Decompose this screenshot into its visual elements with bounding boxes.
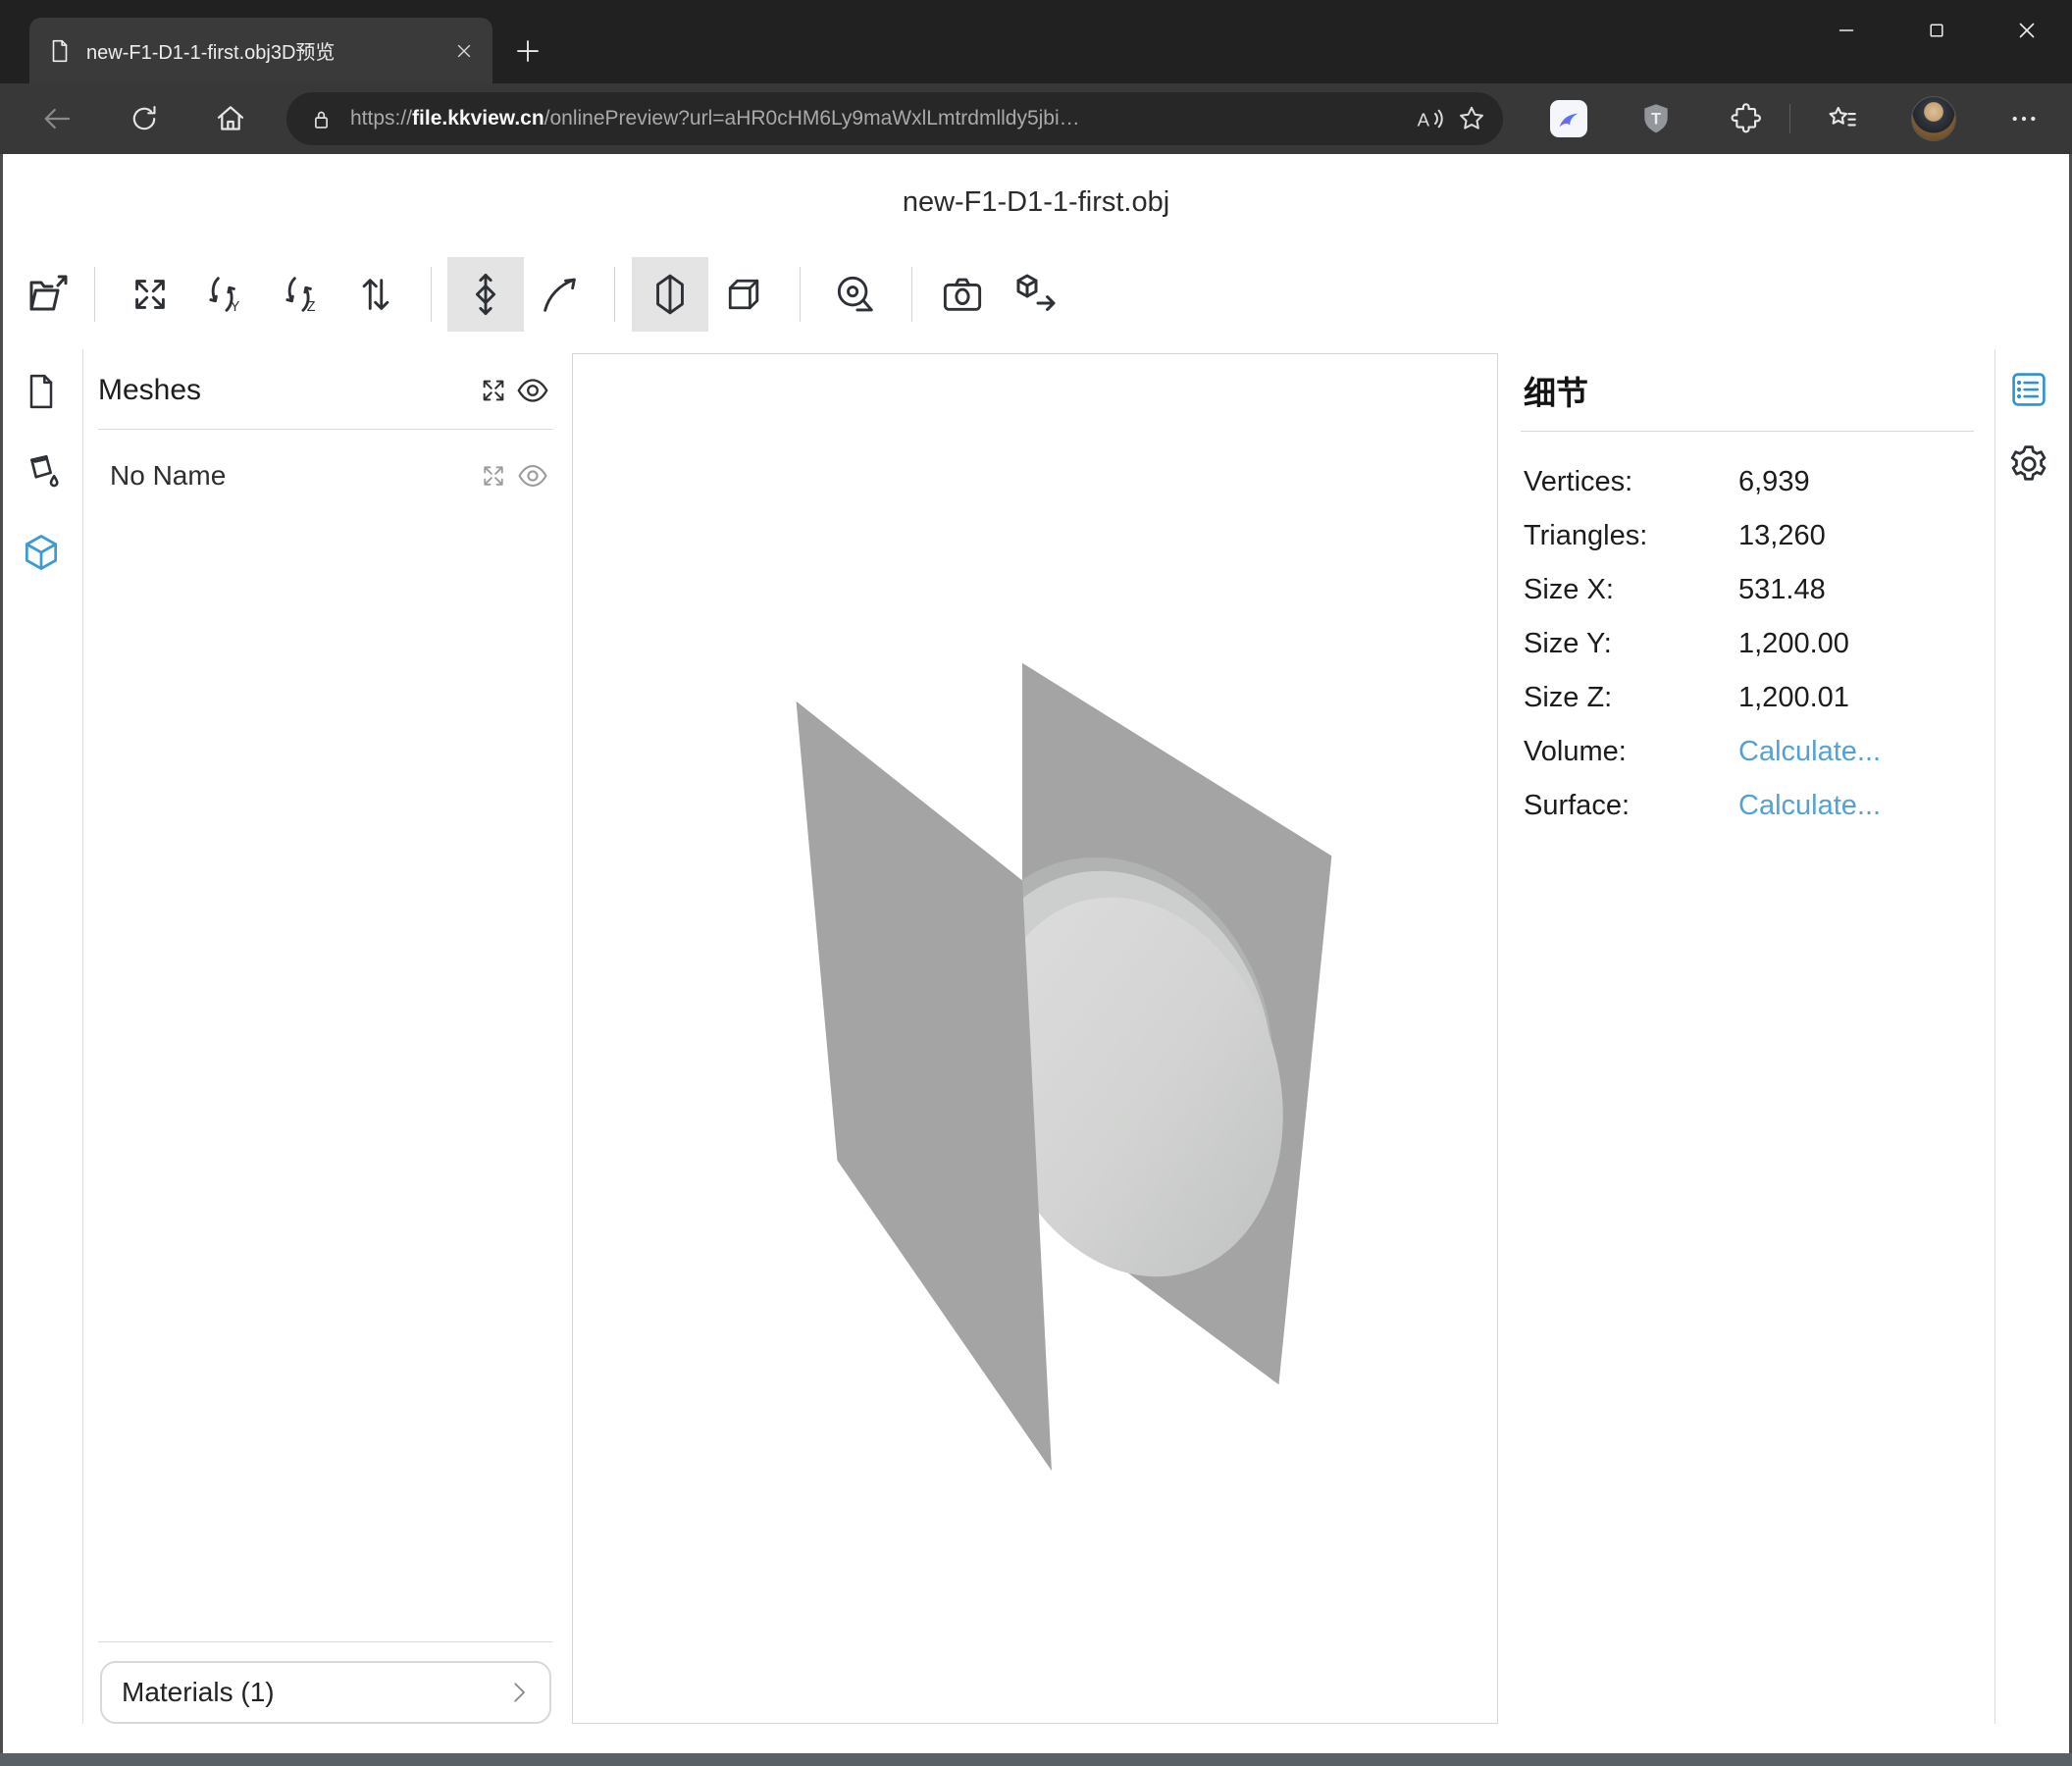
refresh-icon[interactable] bbox=[121, 95, 168, 142]
mesh-name-label: No Name bbox=[110, 460, 474, 492]
window-bottom-bar bbox=[0, 1753, 2072, 1766]
browser-menu-icon[interactable] bbox=[2001, 96, 2046, 141]
calculate-volume-link[interactable]: Calculate... bbox=[1738, 736, 1881, 768]
svg-text:Z: Z bbox=[307, 299, 316, 315]
settings-gear-icon[interactable] bbox=[2005, 441, 2052, 488]
tab-close-icon[interactable] bbox=[449, 36, 479, 66]
new-tab-button[interactable] bbox=[506, 29, 549, 73]
materials-paint-icon[interactable] bbox=[18, 448, 65, 495]
left-plane bbox=[797, 701, 1052, 1471]
meshes-panel-header: Meshes bbox=[98, 367, 552, 414]
maximize-icon[interactable] bbox=[1891, 0, 1982, 61]
left-rail-divider bbox=[82, 349, 83, 1724]
browser-navbar: https://file.kkview.cn/onlinePreview?url… bbox=[0, 83, 2072, 154]
tab-title: new-F1-D1-1-first.obj3D预览 bbox=[86, 36, 436, 65]
thunder-extension-icon[interactable] bbox=[1546, 96, 1591, 141]
details-header: 细节 bbox=[1524, 367, 1588, 414]
export-model-button[interactable] bbox=[999, 257, 1075, 332]
collections-icon[interactable] bbox=[1820, 96, 1865, 141]
detail-row-size-z: Size Z: 1,200.01 bbox=[1524, 671, 1974, 725]
address-bar[interactable]: https://file.kkview.cn/onlinePreview?url… bbox=[286, 92, 1503, 145]
orbit-arrow-button[interactable] bbox=[521, 257, 597, 332]
rotate-y-button[interactable]: Y bbox=[187, 257, 264, 332]
mesh-list-item[interactable]: No Name bbox=[98, 453, 552, 498]
flip-vertical-button[interactable] bbox=[337, 257, 414, 332]
detail-row-vertices: Vertices: 6,939 bbox=[1524, 455, 1974, 509]
chevron-right-icon bbox=[504, 1678, 534, 1707]
toggle-mesh-visibility-eye-icon[interactable] bbox=[513, 456, 552, 495]
back-icon[interactable] bbox=[33, 95, 80, 142]
file-favicon-icon bbox=[47, 38, 73, 64]
tampermonkey-shield-icon[interactable]: T bbox=[1633, 96, 1679, 141]
home-icon[interactable] bbox=[207, 95, 254, 142]
measure-button[interactable] bbox=[817, 257, 894, 332]
svg-text:T: T bbox=[1651, 110, 1661, 128]
materials-button[interactable]: Materials (1) bbox=[100, 1661, 551, 1724]
navbar-divider bbox=[1789, 104, 1790, 133]
extensions-puzzle-icon[interactable] bbox=[1724, 96, 1769, 141]
screenshot-camera-button[interactable] bbox=[924, 257, 1001, 332]
meshes-cube-icon[interactable] bbox=[18, 529, 65, 576]
close-window-icon[interactable] bbox=[1982, 0, 2072, 61]
meshes-header-label: Meshes bbox=[98, 374, 474, 407]
materials-label: Materials (1) bbox=[122, 1677, 504, 1708]
minimize-icon[interactable] bbox=[1801, 0, 1891, 61]
details-list-icon[interactable] bbox=[2005, 366, 2052, 413]
url-text: https://file.kkview.cn/onlinePreview?url… bbox=[350, 107, 1407, 130]
read-aloud-icon[interactable]: A bbox=[1407, 97, 1450, 140]
svg-text:A: A bbox=[1418, 109, 1430, 130]
profile-avatar[interactable] bbox=[1911, 96, 1956, 141]
detail-row-triangles: Triangles: 13,260 bbox=[1524, 509, 1974, 563]
right-rail-divider bbox=[1994, 349, 1995, 1724]
window-left-edge bbox=[0, 154, 3, 1753]
svg-text:Y: Y bbox=[231, 299, 240, 315]
browser-titlebar: new-F1-D1-1-first.obj3D预览 bbox=[0, 0, 2072, 83]
detail-row-size-y: Size Y: 1,200.00 bbox=[1524, 617, 1974, 671]
page-title: new-F1-D1-1-first.obj bbox=[0, 186, 2072, 219]
move-vertical-button[interactable] bbox=[447, 257, 524, 332]
3d-model-scene bbox=[573, 354, 1497, 1723]
browser-tab[interactable]: new-F1-D1-1-first.obj3D预览 bbox=[29, 18, 492, 83]
rotate-z-button[interactable]: Z bbox=[264, 257, 340, 332]
window-controls bbox=[1801, 0, 2072, 61]
fit-mesh-icon[interactable] bbox=[474, 456, 513, 495]
lock-icon bbox=[308, 106, 335, 132]
detail-row-volume: Volume: Calculate... bbox=[1524, 725, 1974, 779]
wireframe-view-button[interactable] bbox=[705, 257, 782, 332]
browser-window: new-F1-D1-1-first.obj3D预览 bbox=[0, 0, 2072, 1766]
fit-all-meshes-icon[interactable] bbox=[474, 371, 513, 410]
fit-view-button[interactable] bbox=[112, 257, 188, 332]
calculate-surface-link[interactable]: Calculate... bbox=[1738, 790, 1881, 822]
favorite-star-icon[interactable] bbox=[1450, 97, 1493, 140]
3d-viewport[interactable] bbox=[572, 353, 1498, 1724]
shaded-view-button[interactable] bbox=[632, 257, 708, 332]
scene-file-icon[interactable] bbox=[18, 368, 65, 415]
open-model-button[interactable] bbox=[11, 257, 87, 332]
detail-row-size-x: Size X: 531.48 bbox=[1524, 563, 1974, 617]
detail-row-surface: Surface: Calculate... bbox=[1524, 779, 1974, 833]
toggle-all-visibility-eye-icon[interactable] bbox=[513, 371, 552, 410]
